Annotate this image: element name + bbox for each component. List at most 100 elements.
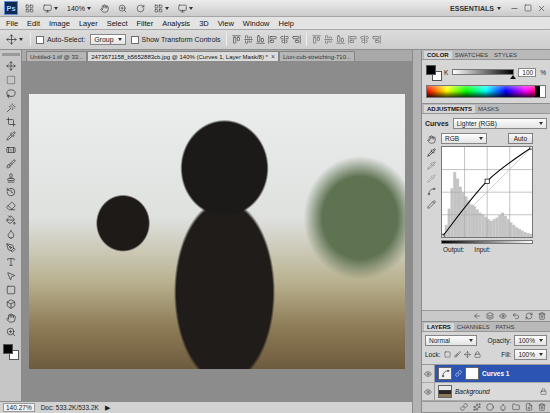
panel-tab[interactable]: STYLES bbox=[491, 51, 520, 59]
panel-tab[interactable]: ADJUSTMENTS bbox=[424, 105, 475, 113]
type-tool-icon[interactable] bbox=[6, 257, 16, 267]
distribute-left-icon[interactable] bbox=[348, 35, 357, 44]
panel-dock[interactable] bbox=[412, 50, 422, 413]
tool-button[interactable] bbox=[3, 102, 19, 114]
color-spectrum[interactable] bbox=[426, 85, 546, 98]
tool-button[interactable] bbox=[3, 74, 19, 86]
tool-button[interactable] bbox=[3, 130, 19, 142]
adjustment-thumbnail[interactable] bbox=[438, 367, 452, 380]
zoom-button[interactable] bbox=[116, 4, 129, 13]
arrange-button[interactable] bbox=[152, 4, 171, 13]
menu-item[interactable]: Layer bbox=[79, 19, 98, 28]
panel-tab[interactable]: MASKS bbox=[475, 105, 502, 113]
hand-icon[interactable] bbox=[100, 4, 109, 13]
foreground-color[interactable] bbox=[3, 344, 13, 354]
new-layer-icon[interactable] bbox=[525, 403, 533, 411]
align-middle-icon[interactable] bbox=[244, 35, 253, 44]
tool-button[interactable] bbox=[3, 88, 19, 100]
distribute-bottom-icon[interactable] bbox=[336, 35, 345, 44]
layer-style-icon[interactable] bbox=[473, 403, 481, 411]
brush-tool-icon[interactable] bbox=[6, 159, 16, 169]
zoom-level-select[interactable]: 140% bbox=[65, 5, 93, 12]
previous-state-icon[interactable] bbox=[512, 312, 520, 320]
delete-layer-icon[interactable] bbox=[538, 403, 546, 411]
tool-button[interactable] bbox=[3, 214, 19, 226]
menu-item[interactable]: Edit bbox=[27, 19, 40, 28]
color-swatches[interactable] bbox=[426, 65, 440, 79]
lock-all-icon[interactable] bbox=[474, 351, 481, 358]
menu-item[interactable]: Analysis bbox=[162, 19, 190, 28]
layer-name[interactable]: Curves 1 bbox=[482, 370, 547, 377]
new-group-icon[interactable] bbox=[512, 403, 520, 411]
maximize-icon[interactable] bbox=[524, 4, 532, 12]
hand-tool-icon[interactable] bbox=[6, 313, 16, 323]
tool-button[interactable] bbox=[3, 116, 19, 128]
status-menu-button[interactable]: ▶ bbox=[105, 404, 110, 412]
reset-icon[interactable] bbox=[525, 312, 533, 320]
path-selection-tool-icon[interactable] bbox=[6, 271, 16, 281]
clip-to-layer-icon[interactable] bbox=[486, 312, 494, 320]
menu-item[interactable]: Window bbox=[243, 19, 270, 28]
curves-graph[interactable] bbox=[441, 146, 533, 238]
menu-item[interactable]: 3D bbox=[199, 19, 209, 28]
opacity-field[interactable]: 100% bbox=[514, 335, 547, 346]
eraser-tool-icon[interactable] bbox=[6, 201, 16, 211]
hand-button[interactable] bbox=[98, 4, 111, 13]
lasso-tool-icon[interactable] bbox=[6, 89, 16, 99]
auto-select-target-select[interactable]: Group bbox=[90, 34, 125, 45]
visibility-toggle[interactable] bbox=[422, 365, 435, 382]
tool-preset-picker[interactable] bbox=[4, 34, 25, 45]
align-left-icon[interactable] bbox=[268, 35, 277, 44]
gradient-tool-icon[interactable] bbox=[6, 215, 16, 225]
menu-item[interactable]: Filter bbox=[137, 19, 154, 28]
extras-button[interactable] bbox=[41, 4, 60, 13]
magic-wand-tool-icon[interactable] bbox=[6, 103, 16, 113]
white-point-eyedropper-icon[interactable] bbox=[427, 174, 436, 183]
curves-adjustment-icon[interactable] bbox=[441, 369, 450, 378]
zoom-tool-icon[interactable] bbox=[6, 327, 16, 337]
panel-tab[interactable]: LAYERS bbox=[424, 323, 454, 331]
screen-mode-icon[interactable] bbox=[178, 4, 187, 13]
tool-button[interactable] bbox=[3, 270, 19, 282]
panel-tab[interactable]: PATHS bbox=[492, 323, 517, 331]
toggle-visibility-icon[interactable] bbox=[499, 312, 507, 320]
blur-tool-icon[interactable] bbox=[6, 229, 16, 239]
black-point-eyedropper-icon[interactable] bbox=[427, 148, 436, 157]
lock-transparency-icon[interactable] bbox=[444, 351, 451, 358]
workspace-switcher[interactable]: ESSENTIALS bbox=[446, 5, 505, 12]
auto-select-checkbox[interactable]: Auto-Select: bbox=[36, 36, 85, 44]
tool-button[interactable] bbox=[3, 172, 19, 184]
tool-button[interactable] bbox=[3, 298, 19, 310]
preset-select[interactable]: Lighter (RGB) bbox=[453, 118, 547, 129]
zoom-icon[interactable] bbox=[118, 4, 127, 13]
screen-mode-button[interactable] bbox=[176, 4, 195, 13]
layer-thumbnail[interactable] bbox=[438, 385, 452, 398]
tool-button[interactable] bbox=[3, 228, 19, 240]
tool-button[interactable] bbox=[3, 284, 19, 296]
distribute-right-icon[interactable] bbox=[372, 35, 381, 44]
lock-position-icon[interactable] bbox=[464, 351, 471, 358]
menu-item[interactable]: Image bbox=[49, 19, 70, 28]
layer-mask-thumbnail[interactable] bbox=[465, 367, 479, 380]
document-tab[interactable]: Untitled-1.tif @ 33... bbox=[26, 51, 87, 61]
canvas-area[interactable] bbox=[22, 61, 412, 401]
menu-item[interactable]: File bbox=[6, 19, 18, 28]
slider-thumb[interactable] bbox=[510, 75, 516, 79]
k-slider[interactable] bbox=[452, 69, 514, 75]
layer-name[interactable]: Background bbox=[455, 388, 537, 395]
channel-select[interactable]: RGB bbox=[441, 133, 487, 144]
mask-link-icon[interactable] bbox=[455, 370, 462, 377]
transform-controls-checkbox[interactable]: Show Transform Controls bbox=[131, 36, 221, 44]
draw-curve-icon[interactable] bbox=[427, 200, 436, 209]
healing-brush-tool-icon[interactable] bbox=[6, 145, 16, 155]
clone-stamp-tool-icon[interactable] bbox=[6, 173, 16, 183]
tool-button[interactable] bbox=[3, 256, 19, 268]
layer-row[interactable]: Background bbox=[422, 383, 550, 401]
view-extras-icon[interactable] bbox=[43, 4, 52, 13]
gray-point-eyedropper-icon[interactable] bbox=[427, 161, 436, 170]
menu-item[interactable]: View bbox=[218, 19, 234, 28]
edit-points-icon[interactable] bbox=[427, 187, 436, 196]
new-adjustment-icon[interactable] bbox=[499, 403, 507, 411]
delete-icon[interactable] bbox=[538, 312, 546, 320]
tool-button[interactable] bbox=[3, 200, 19, 212]
